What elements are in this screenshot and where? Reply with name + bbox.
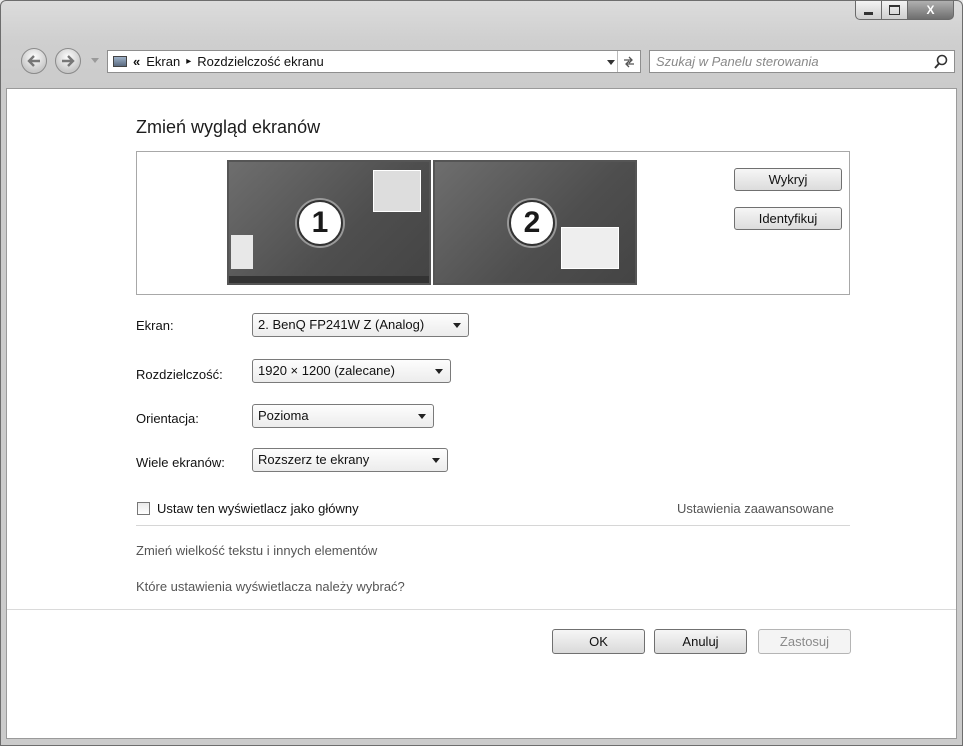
display-select[interactable]: 2. BenQ FP241W Z (Analog) <box>252 313 469 337</box>
minimize-icon <box>864 11 873 15</box>
chevron-down-icon <box>453 323 461 328</box>
monitor-1-window-thumbnail <box>373 170 421 212</box>
content-area: Zmień wygląd ekranów 1 2 Wykryj Identyfi… <box>6 88 957 739</box>
resolution-select[interactable]: 1920 × 1200 (zalecane) <box>252 359 451 383</box>
refresh-icon <box>624 56 634 67</box>
page-title: Zmień wygląd ekranów <box>136 117 321 137</box>
monitor-1-taskbar <box>229 276 429 283</box>
chevron-down-icon <box>432 458 440 463</box>
ok-button[interactable]: OK <box>552 629 645 654</box>
address-bar[interactable]: « Ekran ▸ Rozdzielczość ekranu <box>107 50 641 73</box>
text-size-link[interactable]: Zmień wielkość tekstu i innych elementów <box>136 543 377 558</box>
close-button[interactable]: X <box>908 1 954 20</box>
recent-pages-dropdown-icon[interactable] <box>91 58 99 63</box>
maximize-icon <box>889 5 900 15</box>
apply-button[interactable]: Zastosuj <box>758 629 851 654</box>
detect-button[interactable]: Wykryj <box>734 168 842 191</box>
caption-buttons: X <box>855 1 954 20</box>
address-dropdown-icon[interactable] <box>607 60 615 65</box>
resolution-label: Rozdzielczość: <box>136 367 223 382</box>
display-icon <box>113 56 127 67</box>
search-placeholder: Szukaj w Panelu sterowania <box>656 54 819 69</box>
search-input[interactable]: Szukaj w Panelu sterowania <box>649 50 955 73</box>
monitor-1-number: 1 <box>297 200 343 246</box>
footer-divider <box>7 609 956 610</box>
display-label: Ekran: <box>136 318 174 333</box>
breadcrumb-resolution[interactable]: Rozdzielczość ekranu <box>197 54 323 69</box>
breadcrumb-separator-icon[interactable]: ▸ <box>186 56 191 67</box>
forward-arrow-icon <box>62 55 75 67</box>
monitor-2[interactable]: 2 <box>433 160 637 285</box>
main-display-checkbox[interactable] <box>137 502 150 515</box>
multiple-displays-label: Wiele ekranów: <box>136 455 225 470</box>
main-display-checkbox-label[interactable]: Ustaw ten wyświetlacz jako główny <box>157 501 359 516</box>
multiple-displays-select-value: Rozszerz te ekrany <box>258 452 370 467</box>
breadcrumb-overflow[interactable]: « <box>133 54 140 69</box>
refresh-button[interactable] <box>617 51 640 72</box>
display-select-value: 2. BenQ FP241W Z (Analog) <box>258 317 425 332</box>
control-panel-window: X « Ekran ▸ Rozdzielczość ekranu Szukaj … <box>0 0 963 746</box>
orientation-select-value: Pozioma <box>258 408 309 423</box>
orientation-select[interactable]: Pozioma <box>252 404 434 428</box>
close-icon: X <box>926 3 935 17</box>
forward-button[interactable] <box>55 48 81 74</box>
back-arrow-icon <box>27 55 40 67</box>
monitor-1[interactable]: 1 <box>227 160 431 285</box>
navigation-bar: « Ekran ▸ Rozdzielczość ekranu Szukaj w … <box>1 44 962 84</box>
divider <box>136 525 850 526</box>
multiple-displays-select[interactable]: Rozszerz te ekrany <box>252 448 448 472</box>
breadcrumb-ekran[interactable]: Ekran <box>146 54 180 69</box>
orientation-label: Orientacja: <box>136 411 199 426</box>
cancel-button[interactable]: Anuluj <box>654 629 747 654</box>
minimize-button[interactable] <box>855 1 882 20</box>
chevron-down-icon <box>435 369 443 374</box>
search-icon[interactable] <box>934 54 948 69</box>
resolution-select-value: 1920 × 1200 (zalecane) <box>258 363 395 378</box>
display-arrangement-preview: 1 2 Wykryj Identyfikuj <box>136 151 850 295</box>
back-button[interactable] <box>21 48 47 74</box>
display-settings-help-link[interactable]: Które ustawienia wyświetlacza należy wyb… <box>136 579 405 594</box>
identify-button[interactable]: Identyfikuj <box>734 207 842 230</box>
monitor-2-number: 2 <box>509 200 555 246</box>
monitor-2-window-thumbnail <box>561 227 619 269</box>
maximize-button[interactable] <box>882 1 908 20</box>
advanced-settings-link[interactable]: Ustawienia zaawansowane <box>677 501 834 516</box>
chevron-down-icon <box>418 414 426 419</box>
monitor-1-sidebar-thumbnail <box>231 235 253 269</box>
